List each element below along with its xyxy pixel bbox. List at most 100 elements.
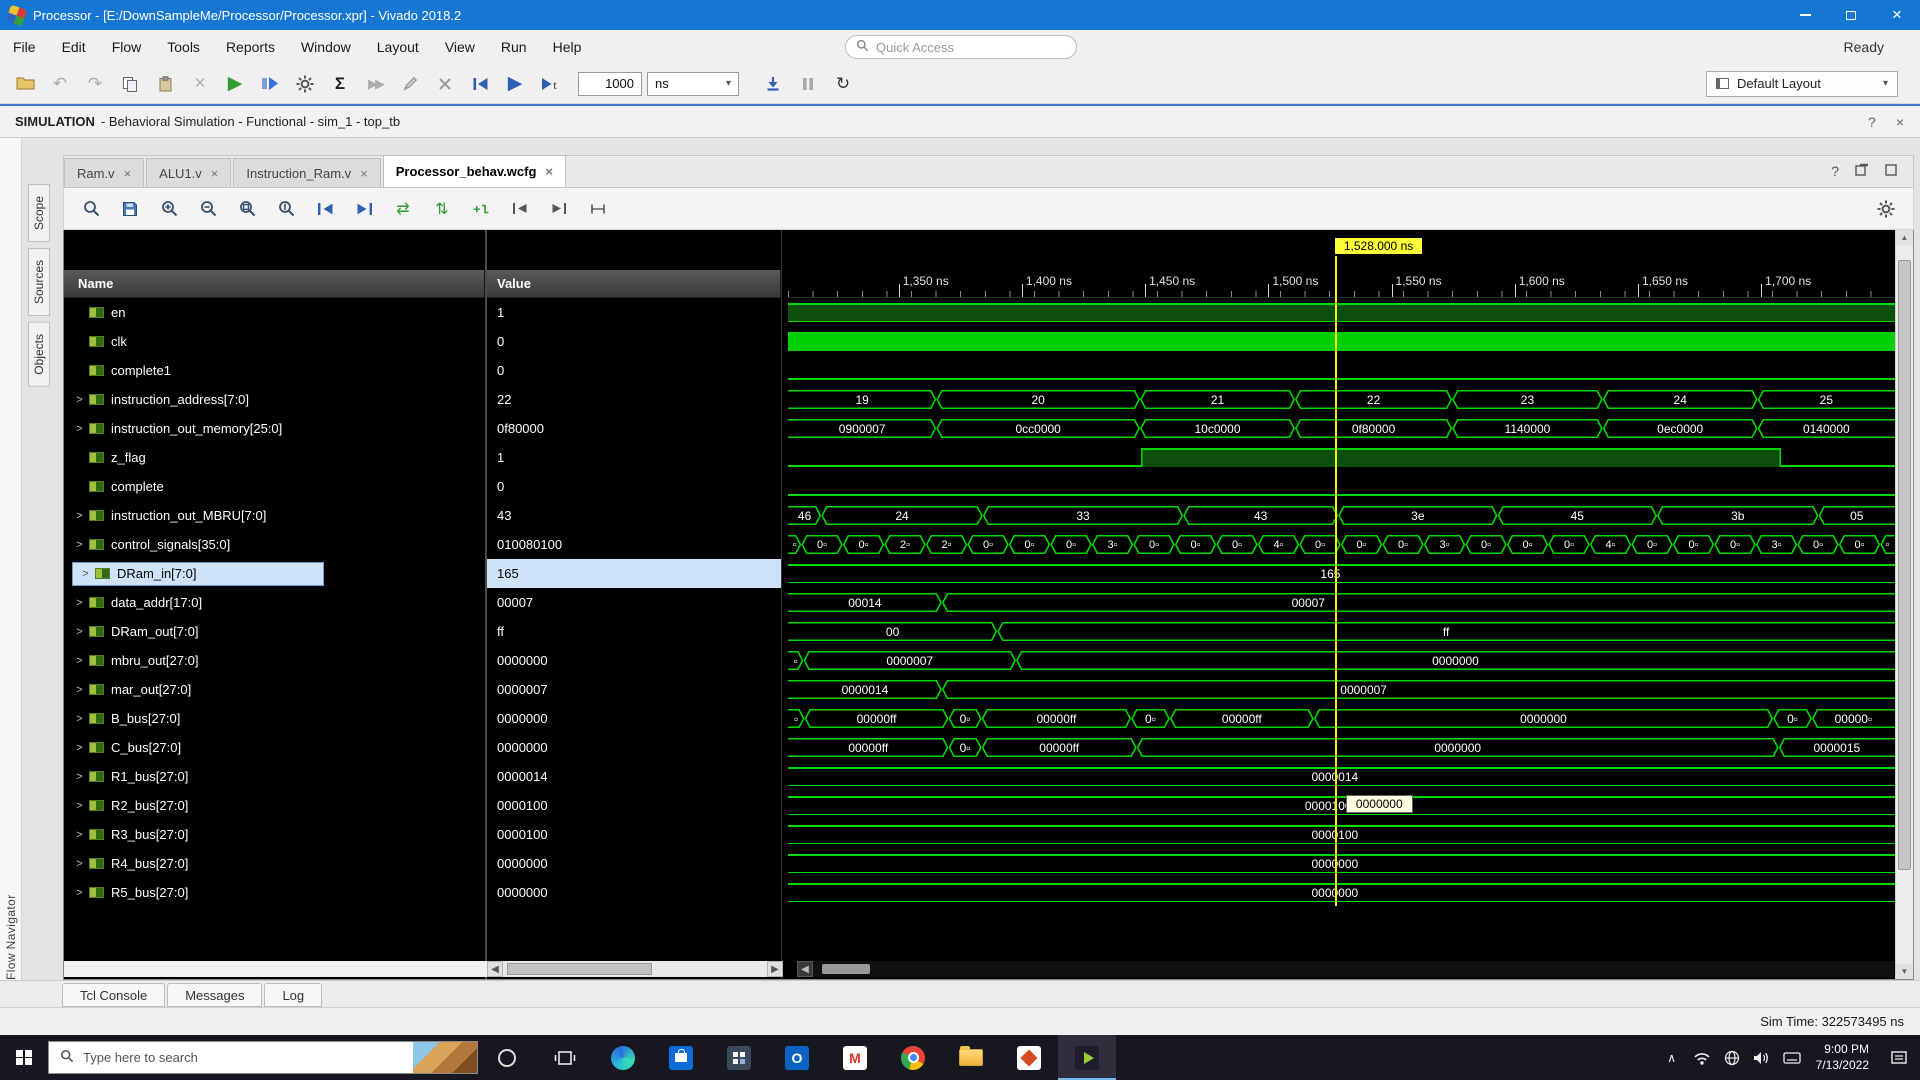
flow-navigator-panel[interactable]: Flow Navigator <box>0 138 22 980</box>
name-column-header[interactable]: Name <box>64 270 485 298</box>
close-panel-icon[interactable]: × <box>1896 114 1904 130</box>
goto-arrow-icon[interactable]: ⇅ <box>427 195 457 223</box>
signal-row[interactable]: > mar_out[27:0] <box>64 675 485 704</box>
side-tab-scope[interactable]: Scope <box>27 184 50 243</box>
signal-value-row[interactable]: 1 <box>487 443 781 472</box>
settings-icon[interactable] <box>290 70 320 98</box>
undo-icon[interactable]: ↶ <box>45 70 75 98</box>
signal-row[interactable]: clk <box>64 327 485 356</box>
panel-splitter[interactable] <box>781 230 788 979</box>
side-tab-sources[interactable]: Sources <box>27 248 50 317</box>
menu-run[interactable]: Run <box>488 32 540 62</box>
restart-icon[interactable] <box>465 70 495 98</box>
pause-icon[interactable] <box>793 70 823 98</box>
delete-icon[interactable]: × <box>185 70 215 98</box>
zoom-cursor-icon[interactable] <box>271 195 301 223</box>
signal-value-row[interactable]: 0000000 <box>487 878 781 907</box>
help-icon[interactable]: ? <box>1868 114 1876 130</box>
signal-value-row[interactable]: 0000000 <box>487 849 781 878</box>
expander-icon[interactable]: > <box>78 568 93 580</box>
expander-icon[interactable]: > <box>72 829 87 841</box>
signal-row[interactable]: > R3_bus[27:0] <box>64 820 485 849</box>
signal-row[interactable]: > mbru_out[27:0] <box>64 646 485 675</box>
break-icon[interactable] <box>430 70 460 98</box>
expander-icon[interactable]: > <box>72 771 87 783</box>
signal-value-row[interactable]: 1 <box>487 298 781 327</box>
signal-value-row[interactable]: 165 <box>487 559 781 588</box>
wave-scroll-thumb[interactable] <box>822 964 870 974</box>
go-left-icon[interactable] <box>505 195 535 223</box>
taskbar-file-explorer-icon[interactable] <box>942 1035 1000 1080</box>
signal-row[interactable]: > control_signals[35:0] <box>64 530 485 559</box>
signal-value-row[interactable]: 010080100 <box>487 530 781 559</box>
signal-row[interactable]: > B_bus[27:0] <box>64 704 485 733</box>
signal-row[interactable]: > DRam_out[7:0] <box>64 617 485 646</box>
run-icon[interactable]: ▶ <box>220 70 250 98</box>
expander-icon[interactable]: > <box>72 394 87 406</box>
taskbar-calculator-icon[interactable] <box>710 1035 768 1080</box>
taskbar-cortana-icon[interactable] <box>478 1035 536 1080</box>
maximize-button[interactable] <box>1828 0 1874 30</box>
close-tab-icon[interactable]: × <box>360 166 368 181</box>
cursor-time-label[interactable]: 1,528.000 ns <box>1334 238 1423 254</box>
run-for-icon[interactable]: t <box>535 70 565 98</box>
signal-value-row[interactable]: 0000100 <box>487 820 781 849</box>
taskbar-edge-icon[interactable] <box>594 1035 652 1080</box>
paste-icon[interactable] <box>150 70 180 98</box>
layout-selector[interactable]: Default Layout ▾ <box>1706 70 1898 97</box>
signal-row[interactable]: > R1_bus[27:0] <box>64 762 485 791</box>
expander-icon[interactable]: > <box>72 742 87 754</box>
menu-flow[interactable]: Flow <box>99 32 155 62</box>
signal-row[interactable]: complete <box>64 472 485 501</box>
signal-row[interactable]: > R2_bus[27:0] <box>64 791 485 820</box>
tab-instruction-ram-v[interactable]: Instruction_Ram.v × <box>233 158 381 187</box>
wave-horizontal-scrollbar[interactable]: ◀ <box>797 961 1894 977</box>
signal-row[interactable]: en <box>64 298 485 327</box>
cursor-marker[interactable] <box>1334 256 1337 906</box>
wifi-icon[interactable] <box>1687 1035 1717 1080</box>
run-all-icon[interactable]: ▶ <box>500 70 530 98</box>
zoom-fit-icon[interactable] <box>232 195 262 223</box>
taskbar-task-view-icon[interactable] <box>536 1035 594 1080</box>
taskbar-store-icon[interactable] <box>652 1035 710 1080</box>
vertical-scrollbar[interactable]: ▲ ▼ <box>1895 230 1913 979</box>
bottom-tab-log[interactable]: Log <box>264 983 323 1007</box>
keyboard-icon[interactable] <box>1777 1035 1807 1080</box>
menu-edit[interactable]: Edit <box>49 32 99 62</box>
next-transition-icon[interactable] <box>349 195 379 223</box>
taskbar-search[interactable]: Type here to search <box>48 1041 478 1074</box>
signal-value-row[interactable]: 0000000 <box>487 733 781 762</box>
save-icon[interactable] <box>115 195 145 223</box>
signal-row[interactable]: > C_bus[27:0] <box>64 733 485 762</box>
expander-icon[interactable]: > <box>72 655 87 667</box>
volume-icon[interactable] <box>1747 1035 1777 1080</box>
bottom-tab-tcl-console[interactable]: Tcl Console <box>62 983 166 1007</box>
interval-icon[interactable] <box>583 195 613 223</box>
scroll-up-icon[interactable]: ▲ <box>1896 230 1913 245</box>
expander-icon[interactable]: > <box>72 858 87 870</box>
menu-view[interactable]: View <box>432 32 488 62</box>
signal-value-row[interactable]: 0000007 <box>487 675 781 704</box>
redo-icon[interactable]: ↷ <box>80 70 110 98</box>
signal-row[interactable]: > instruction_out_memory[25:0] <box>64 414 485 443</box>
prev-transition-icon[interactable] <box>310 195 340 223</box>
signal-value-row[interactable]: 22 <box>487 385 781 414</box>
signal-row[interactable]: > instruction_out_MBRU[7:0] <box>64 501 485 530</box>
taskbar-outlook-icon[interactable]: O <box>768 1035 826 1080</box>
expander-icon[interactable]: > <box>72 626 87 638</box>
vertical-scroll-thumb[interactable] <box>1898 260 1911 870</box>
swap-cursors-icon[interactable]: ⇄ <box>388 195 418 223</box>
waveform-panel[interactable]: 1,528.000 ns 1,350 ns 1,400 ns 1,450 ns 1,5… <box>788 230 1895 979</box>
menu-window[interactable]: Window <box>288 32 364 62</box>
expander-icon[interactable]: > <box>72 684 87 696</box>
signal-value-row[interactable]: 0 <box>487 472 781 501</box>
signal-row[interactable]: > data_addr[17:0] <box>64 588 485 617</box>
close-button[interactable]: × <box>1874 0 1920 30</box>
signal-row[interactable]: > R4_bus[27:0] <box>64 849 485 878</box>
scroll-left-icon[interactable]: ◀ <box>487 961 503 977</box>
signal-value-row[interactable]: 0f80000 <box>487 414 781 443</box>
sum-icon[interactable]: Σ <box>325 70 355 98</box>
quick-access-search[interactable]: Quick Access <box>845 35 1077 59</box>
taskbar-visio-icon[interactable] <box>1000 1035 1058 1080</box>
expander-icon[interactable]: > <box>72 597 87 609</box>
